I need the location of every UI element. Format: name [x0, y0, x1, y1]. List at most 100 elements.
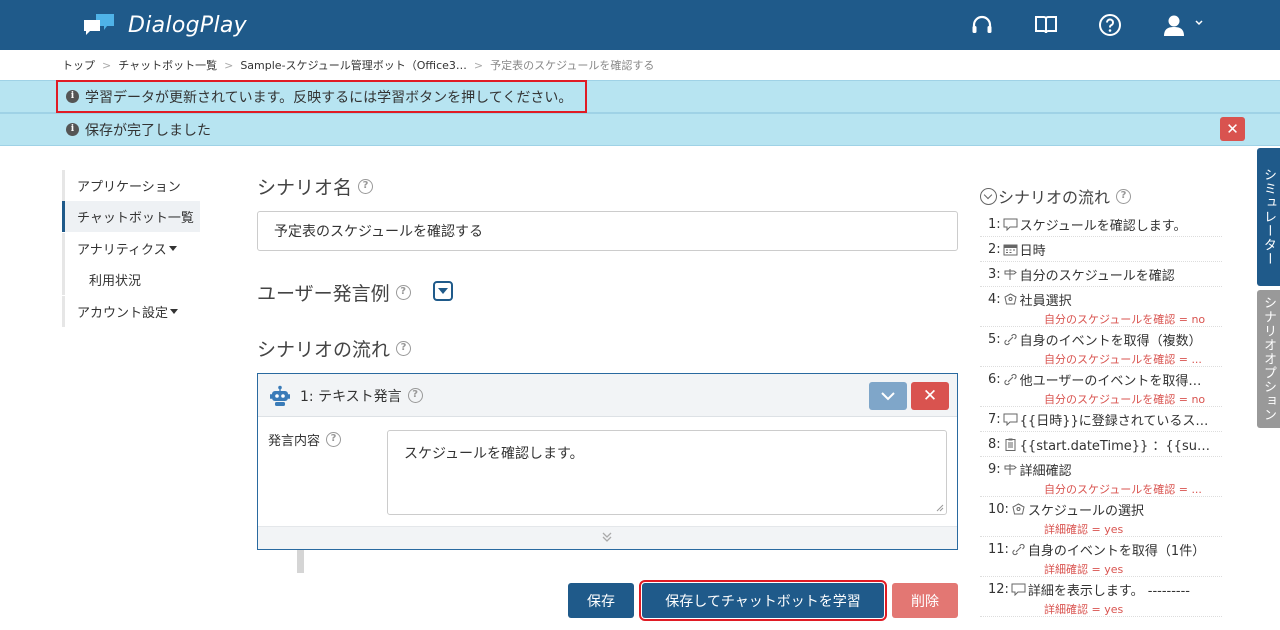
flow-item-main: 2: 日時 [988, 237, 1220, 261]
flow-item-label: 日時 [1019, 243, 1046, 259]
link-icon [1003, 333, 1018, 346]
help-icon[interactable]: ? [358, 178, 374, 194]
flow-item-label: {{start.dateTime}} ：{{su… [1019, 438, 1210, 454]
breadcrumb-top[interactable]: トップ [62, 57, 95, 73]
card-header: 1: テキスト発言 ? ✕ [258, 374, 957, 417]
sidebar-item-usage[interactable]: 利用状況 [62, 264, 200, 295]
breadcrumb-current: 予定表のスケジュールを確認する [490, 59, 655, 72]
flow-item-main: 8: {{start.dateTime}} ：{{su… [988, 432, 1220, 456]
tab-scenario-options[interactable]: シナリオオプション [1257, 290, 1280, 428]
flow-item-label: 自分のスケジュールを確認 [1019, 268, 1175, 284]
help-icon[interactable]: ? [326, 432, 342, 447]
flow-item[interactable]: 3: 自分のスケジュールを確認 [980, 262, 1222, 287]
logo[interactable]: DialogPlay [82, 10, 247, 40]
flow-item-condition: 詳細確認 = yes [1044, 523, 1124, 536]
help-icon[interactable] [1097, 12, 1123, 38]
sidebar-item-label: アプリケーション [77, 180, 181, 195]
close-alert-button[interactable]: ✕ [1220, 117, 1245, 141]
flow-item-label: {{日時}}に登録されているス… [1019, 413, 1209, 429]
sidebar-item-application[interactable]: アプリケーション [62, 170, 200, 201]
headset-icon[interactable] [969, 12, 995, 38]
flow-connector [297, 550, 304, 573]
collapse-card-button[interactable] [869, 382, 907, 410]
flow-item-number: 11: [988, 541, 1009, 557]
saved-alert: i 保存が完了しました [0, 113, 1280, 146]
flow-item[interactable]: 9: 詳細確認 自分のスケジュールを確認 = ... [980, 457, 1222, 497]
expand-user-examples-button[interactable] [433, 281, 453, 301]
flow-item-label: 社員選択 [1019, 293, 1072, 309]
flow-item[interactable]: 5: 自身のイベントを取得（複数） 自分のスケジュールを確認 = ... [980, 327, 1222, 367]
flow-panel-title[interactable]: シナリオの流れ ? [980, 184, 1132, 208]
sidebar-item-account-settings[interactable]: アカウント設定 [62, 296, 200, 327]
flow-item[interactable]: 4: 社員選択 自分のスケジュールを確認 = no [980, 287, 1222, 327]
scenario-name-heading: シナリオ名 ? [257, 173, 374, 199]
help-icon[interactable]: ? [1116, 188, 1132, 204]
badge-icon [1011, 502, 1026, 516]
resize-handle-icon[interactable] [936, 504, 944, 512]
text-utterance-card: 1: テキスト発言 ? ✕ 発言内容 ? スケジュールを確認します。 [257, 373, 958, 550]
app-name: DialogPlay [128, 12, 247, 38]
speech-icon [1003, 218, 1018, 231]
flow-item-label: 自身のイベントを取得（1件） [1027, 543, 1206, 559]
save-button[interactable]: 保存 [568, 583, 634, 618]
flow-item-number: 7: [988, 411, 1001, 427]
flow-heading: シナリオの流れ ? [257, 335, 412, 361]
flow-item-number: 3: [988, 266, 1001, 282]
flow-item-label: 他ユーザーのイベントを取得… [1019, 373, 1202, 389]
flow-item-label: 詳細確認 [1019, 463, 1072, 479]
flow-item[interactable]: 2: 日時 [980, 237, 1222, 262]
help-icon[interactable]: ? [396, 340, 412, 356]
flow-item-number: 5: [988, 331, 1001, 347]
book-icon[interactable] [1033, 12, 1059, 38]
tab-simulator[interactable]: シミュレーター [1257, 148, 1280, 286]
flow-item-main: 10: スケジュールの選択 [988, 497, 1220, 521]
card-title-text: 1: テキスト発言 [300, 388, 402, 405]
flow-label: シナリオの流れ [257, 338, 391, 361]
sidebar-item-chatbot-list[interactable]: チャットボット一覧 [62, 201, 200, 232]
sidebar-item-analytics[interactable]: アナリティクス [62, 233, 200, 264]
user-menu[interactable] [1162, 12, 1208, 38]
help-icon[interactable]: ? [395, 284, 411, 300]
delete-button[interactable]: 削除 [892, 583, 958, 618]
breadcrumb: トップ > チャットボット一覧 > Sample-スケジュール管理ボット（Off… [62, 57, 654, 73]
save-and-learn-button[interactable]: 保存してチャットボットを学習 [639, 580, 887, 621]
flow-item-condition: 自分のスケジュールを確認 = no [1044, 313, 1206, 326]
link-icon [1003, 373, 1018, 386]
caret-down-icon [170, 309, 179, 314]
flow-item-main: 3: 自分のスケジュールを確認 [988, 262, 1220, 286]
flow-item-main: 12: 詳細を表示します。 --------- [988, 577, 1220, 601]
signpost-icon [1003, 463, 1018, 476]
scenario-name-input[interactable]: 予定表のスケジュールを確認する [257, 211, 958, 251]
flow-item[interactable]: 8: {{start.dateTime}} ：{{su… [980, 432, 1222, 457]
flow-item[interactable]: 12: 詳細を表示します。 --------- 詳細確認 = yes [980, 577, 1222, 617]
close-icon: ✕ [922, 386, 938, 406]
sidebar-item-label: アナリティクス [77, 243, 167, 258]
scenario-name-label: シナリオ名 [257, 176, 353, 199]
card-footer[interactable] [258, 526, 957, 549]
chat-bubbles-logo-icon [82, 12, 116, 38]
flow-item[interactable]: 10: スケジュールの選択詳細確認 = yes [980, 497, 1222, 537]
collapse-circle-icon[interactable] [980, 187, 997, 205]
flow-item-number: 12: [988, 581, 1009, 597]
help-icon[interactable]: ? [407, 388, 423, 403]
flow-item-condition: 自分のスケジュールを確認 = ... [1044, 483, 1202, 496]
utterance-field-label: 発言内容 ? [268, 430, 342, 449]
utterance-textarea[interactable]: スケジュールを確認します。 [387, 430, 947, 515]
flow-item-condition: 詳細確認 = yes [1044, 563, 1124, 576]
speech-icon [1011, 583, 1026, 596]
flow-item[interactable]: 7: {{日時}}に登録されているス… [980, 407, 1222, 432]
breadcrumb-bot[interactable]: Sample-スケジュール管理ボット（Office3… [240, 57, 467, 73]
breadcrumb-chatbot-list[interactable]: チャットボット一覧 [118, 57, 217, 73]
user-icon [1164, 15, 1203, 36]
flow-item[interactable]: 11: 自身のイベントを取得（1件） 詳細確認 = yes [980, 537, 1222, 577]
flow-item-number: 8: [988, 436, 1001, 452]
flow-item-main: 6: 他ユーザーのイベントを取得… [988, 367, 1220, 391]
double-chevron-down-icon [601, 531, 613, 546]
flow-item-label: スケジュールの選択 [1027, 503, 1145, 519]
remove-card-button[interactable]: ✕ [911, 382, 949, 410]
card-title: 1: テキスト発言 ? [300, 374, 423, 417]
flow-item[interactable]: 6: 他ユーザーのイベントを取得… 自分のスケジュールを確認 = no [980, 367, 1222, 407]
flow-item[interactable]: 1: スケジュールを確認します。 [980, 212, 1222, 237]
sidebar-item-label: 利用状況 [89, 274, 142, 289]
speech-icon [1003, 413, 1018, 426]
